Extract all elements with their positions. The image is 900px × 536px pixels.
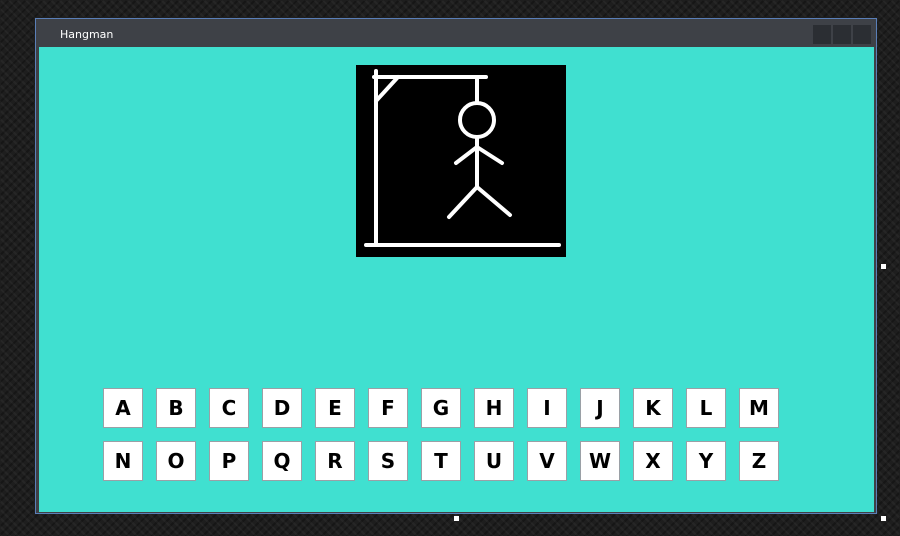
game-area: ABCDEFGHIJKLM NOPQRSTUVWXYZ <box>39 47 874 512</box>
letter-button-r[interactable]: R <box>315 441 355 481</box>
letter-button-k[interactable]: K <box>633 388 673 428</box>
hangman-window: Hangman A B C D E F G H I J K L M N O P … <box>35 18 877 514</box>
letter-button-b[interactable]: B <box>156 388 196 428</box>
hangman-right-arm <box>475 145 504 165</box>
hangman-head <box>458 101 496 139</box>
letter-button-o[interactable]: O <box>156 441 196 481</box>
maximize-button[interactable] <box>833 25 851 44</box>
letter-button-z[interactable]: Z <box>739 441 779 481</box>
resize-handle-bottom[interactable] <box>454 516 459 521</box>
letter-button-m[interactable]: M <box>739 388 779 428</box>
letter-button-d[interactable]: D <box>262 388 302 428</box>
letter-row-1: ABCDEFGHIJKLM <box>103 388 779 428</box>
hangman-left-arm <box>454 145 479 165</box>
letter-button-s[interactable]: S <box>368 441 408 481</box>
letter-button-e[interactable]: E <box>315 388 355 428</box>
letter-button-f[interactable]: F <box>368 388 408 428</box>
resize-handle-corner[interactable] <box>881 516 886 521</box>
hangman-drawing <box>356 65 566 257</box>
gallows-svg <box>364 69 561 247</box>
letter-button-y[interactable]: Y <box>686 441 726 481</box>
letter-button-x[interactable]: X <box>633 441 673 481</box>
letter-button-v[interactable]: V <box>527 441 567 481</box>
letter-button-l[interactable]: L <box>686 388 726 428</box>
window-titlebar[interactable]: Hangman <box>36 19 876 47</box>
letter-keyboard: ABCDEFGHIJKLM NOPQRSTUVWXYZ <box>103 388 779 494</box>
letter-button-n[interactable]: N <box>103 441 143 481</box>
letter-button-c[interactable]: C <box>209 388 249 428</box>
letter-button-j[interactable]: J <box>580 388 620 428</box>
hangman-right-leg <box>475 185 512 217</box>
letter-button-i[interactable]: I <box>527 388 567 428</box>
letter-button-p[interactable]: P <box>209 441 249 481</box>
window-title: Hangman <box>60 28 114 41</box>
letter-row-2: NOPQRSTUVWXYZ <box>103 441 779 481</box>
letter-button-t[interactable]: T <box>421 441 461 481</box>
close-button[interactable] <box>853 25 871 44</box>
hangman-left-leg <box>447 185 479 219</box>
resize-handle-right[interactable] <box>881 264 886 269</box>
gallows-brace <box>374 75 400 103</box>
minimize-button[interactable] <box>813 25 831 44</box>
letter-button-q[interactable]: Q <box>262 441 302 481</box>
letter-button-w[interactable]: W <box>580 441 620 481</box>
letter-button-h[interactable]: H <box>474 388 514 428</box>
letter-button-u[interactable]: U <box>474 441 514 481</box>
letter-button-g[interactable]: G <box>421 388 461 428</box>
letter-button-a[interactable]: A <box>103 388 143 428</box>
